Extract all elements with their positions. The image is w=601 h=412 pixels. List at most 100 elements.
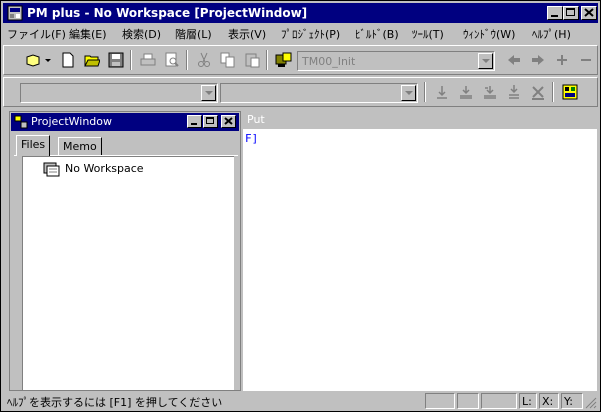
step-return-icon	[484, 86, 496, 99]
paste-button[interactable]	[242, 50, 262, 70]
new-file-button[interactable]	[58, 50, 78, 70]
menu-bar: ファイル(F) 編集(E) 検索(D) 階層(L) 表示(V) ﾌﾟﾛｼﾞｪｸﾄ…	[3, 23, 598, 43]
x-label: X:	[542, 395, 554, 408]
paste-icon	[245, 53, 260, 68]
tree-item-no-workspace[interactable]: No Workspace	[65, 162, 144, 175]
project-window-maximize-button[interactable]	[203, 115, 218, 128]
close-icon	[224, 117, 233, 125]
cut-icon	[198, 52, 210, 67]
file-combo-dropdown-icon[interactable]	[201, 85, 216, 101]
close-icon	[584, 8, 594, 17]
tab-files[interactable]: Files	[16, 135, 51, 156]
forward-arrow-icon	[532, 55, 544, 65]
standard-toolbar: TM00_Init	[3, 45, 598, 75]
project-combo[interactable]: TM00_Init	[297, 51, 495, 71]
y-indicator: Y:	[561, 393, 583, 409]
toolbar-separator	[552, 82, 554, 102]
debug-toolbar	[3, 77, 598, 107]
status-panel	[425, 393, 455, 409]
print-preview-icon	[165, 52, 179, 67]
output-header: Put	[243, 111, 597, 129]
y-label: Y:	[564, 395, 573, 408]
menu-view[interactable]: 表示(V)	[228, 26, 266, 42]
output-text: F]	[245, 132, 259, 145]
open-folder-button[interactable]	[82, 50, 102, 70]
line-indicator: L:	[519, 393, 537, 409]
cut-button[interactable]	[194, 50, 214, 70]
open-dropdown-button[interactable]	[24, 50, 54, 70]
toolbar-separator	[130, 50, 132, 70]
menu-tools[interactable]: ﾂｰﾙ(T)	[412, 26, 444, 42]
status-panel	[457, 393, 479, 409]
save-button[interactable]	[106, 50, 126, 70]
menu-window[interactable]: ｳｨﾝﾄﾞｳ(W)	[463, 26, 515, 42]
step-over-icon	[460, 86, 472, 99]
minimize-button[interactable]	[547, 6, 563, 20]
menu-project[interactable]: ﾌﾟﾛｼﾞｪｸﾄ(P)	[281, 26, 340, 42]
print-button[interactable]	[138, 50, 158, 70]
project-combo-dropdown-icon[interactable]	[478, 53, 493, 69]
file-tree[interactable]: No Workspace	[22, 156, 234, 390]
menu-edit[interactable]: 編集(E)	[69, 26, 107, 42]
menu-help[interactable]: ﾍﾙﾌﾟ(H)	[532, 26, 571, 42]
main-window: PM plus - No Workspace [ProjectWindow] フ…	[0, 0, 601, 412]
new-file-icon	[62, 52, 74, 68]
project-window-icon	[14, 115, 28, 129]
function-combo-dropdown-icon[interactable]	[401, 85, 416, 101]
step-into-button[interactable]	[432, 82, 452, 102]
tab-memo[interactable]: Memo	[58, 137, 102, 155]
output-pane[interactable]: Put F]	[243, 111, 597, 391]
project-window-title-bar[interactable]: ProjectWindow	[11, 113, 239, 131]
open-dropdown-icon	[26, 54, 51, 67]
line-label: L:	[522, 395, 532, 408]
step-down-button[interactable]	[504, 82, 524, 102]
forward-button[interactable]	[528, 50, 548, 70]
stop-build-button[interactable]	[528, 82, 548, 102]
step-into-icon	[437, 86, 447, 99]
menu-search[interactable]: 検索(D)	[122, 26, 161, 42]
close-button[interactable]	[581, 6, 597, 20]
step-down-icon	[509, 85, 519, 99]
toolbar-separator	[186, 50, 188, 70]
title-bar[interactable]: PM plus - No Workspace [ProjectWindow]	[3, 3, 598, 23]
project-settings-button[interactable]	[274, 50, 294, 70]
minus-icon	[581, 59, 591, 61]
plus-icon	[557, 55, 567, 65]
back-button[interactable]	[504, 50, 524, 70]
resize-grip-icon[interactable]	[585, 397, 597, 409]
app-icon	[7, 5, 23, 21]
status-bar: ﾍﾙﾌﾟを表示するには [F1] を押してください L: X: Y:	[3, 391, 600, 411]
print-preview-button[interactable]	[162, 50, 182, 70]
toolbar-separator	[424, 82, 426, 102]
project-window-minimize-button[interactable]	[187, 115, 202, 128]
build-all-icon	[562, 84, 578, 100]
build-all-button[interactable]	[560, 82, 580, 102]
zoom-in-button[interactable]	[552, 50, 572, 70]
status-help-text: ﾍﾙﾌﾟを表示するには [F1] を押してください	[7, 396, 223, 409]
x-indicator: X:	[539, 393, 559, 409]
project-combo-value: TM00_Init	[302, 55, 356, 68]
workspace-icon	[43, 162, 60, 177]
menu-hierarchy[interactable]: 階層(L)	[175, 26, 212, 42]
copy-icon	[220, 52, 235, 68]
project-window-close-button[interactable]	[221, 115, 236, 128]
maximize-button[interactable]	[563, 6, 579, 20]
zoom-out-button[interactable]	[576, 50, 596, 70]
copy-button[interactable]	[218, 50, 238, 70]
function-combo[interactable]	[220, 83, 418, 103]
stop-build-icon	[532, 86, 544, 100]
step-return-button[interactable]	[480, 82, 500, 102]
print-icon	[140, 53, 156, 66]
toolbar-separator	[266, 50, 268, 70]
project-window-title: ProjectWindow	[31, 115, 113, 128]
back-arrow-icon	[508, 55, 520, 65]
step-over-button[interactable]	[456, 82, 476, 102]
open-folder-icon	[84, 55, 100, 67]
menu-build[interactable]: ﾋﾞﾙﾄﾞ(B)	[355, 26, 399, 42]
output-header-label: Put	[247, 113, 265, 126]
window-title: PM plus - No Workspace [ProjectWindow]	[27, 6, 308, 20]
save-icon	[108, 52, 124, 68]
menu-file[interactable]: ファイル(F)	[7, 26, 66, 42]
status-panel	[481, 393, 517, 409]
file-combo[interactable]	[20, 83, 218, 103]
